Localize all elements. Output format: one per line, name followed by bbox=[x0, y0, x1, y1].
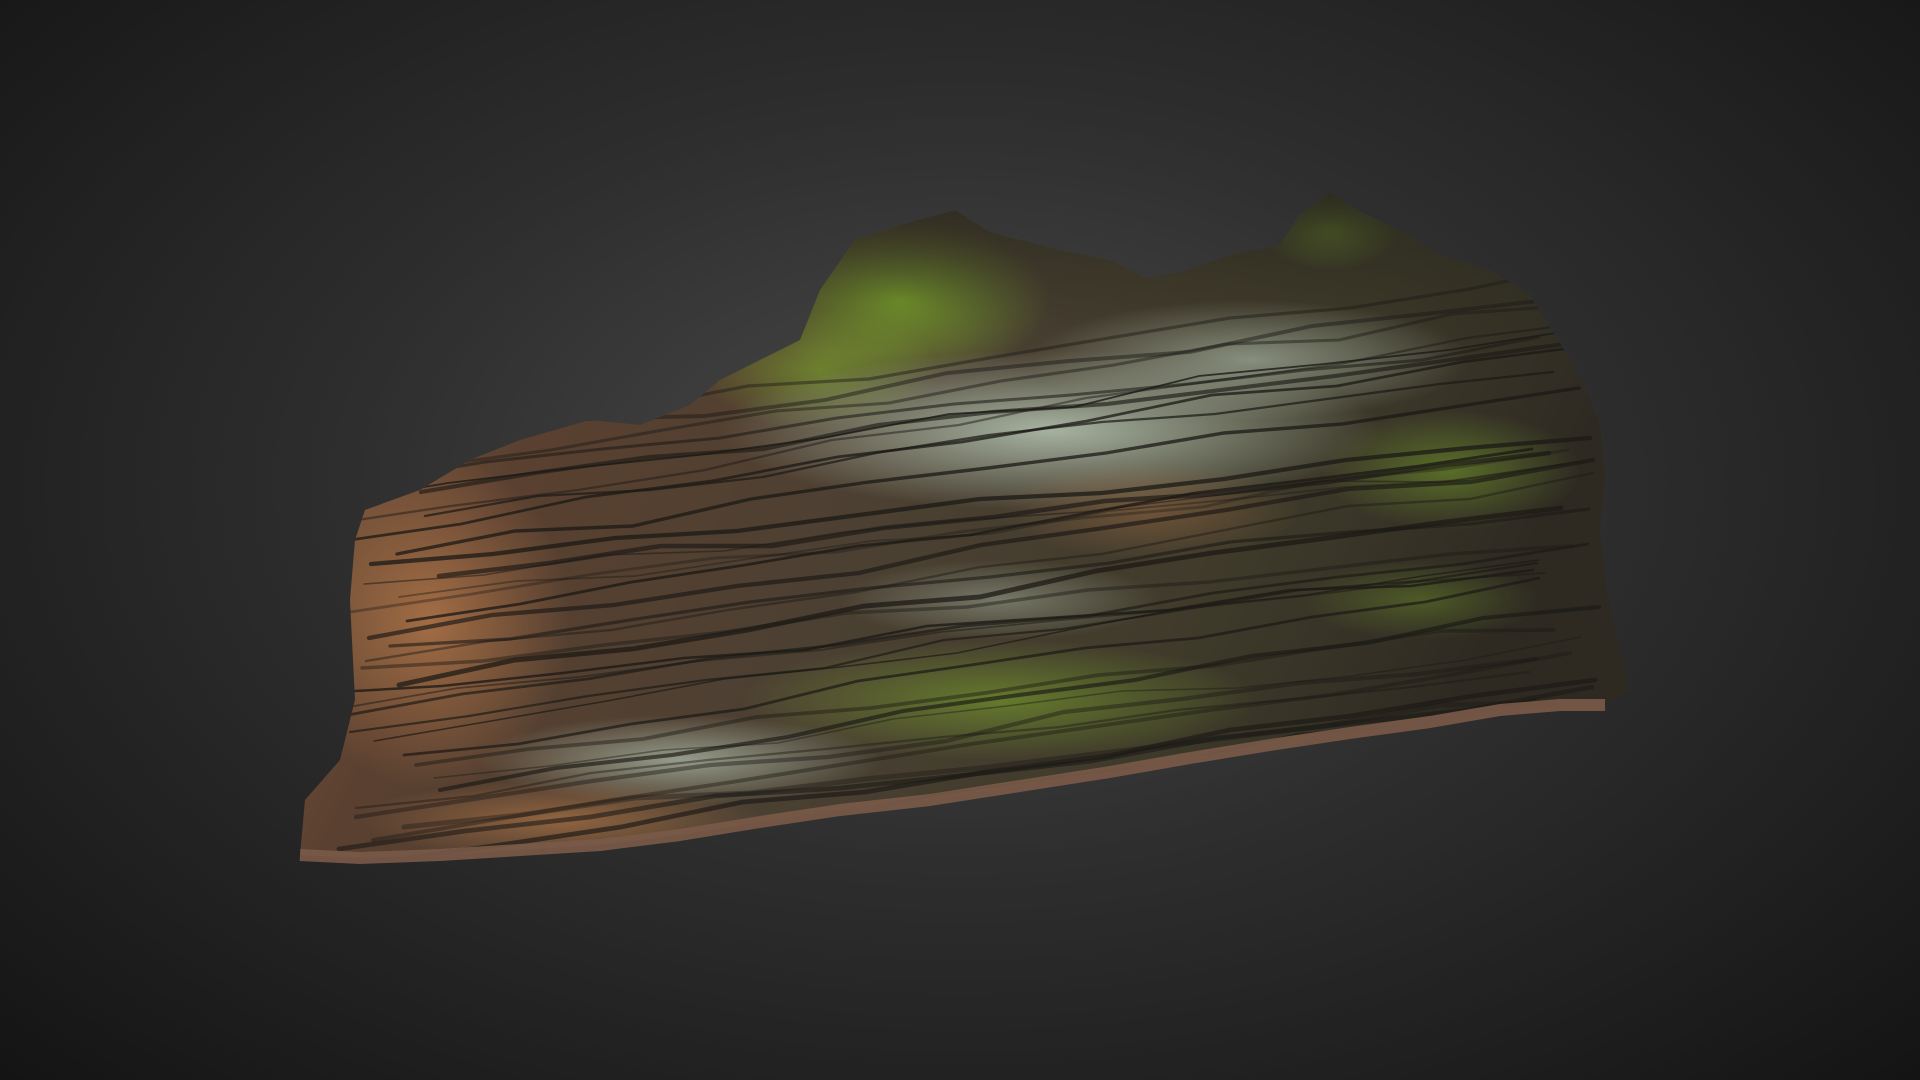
rock-stratum-line bbox=[431, 848, 1598, 858]
rock-mesh bbox=[299, 192, 1630, 864]
viewer-viewport[interactable] bbox=[0, 0, 1920, 1080]
rock-model[interactable] bbox=[0, 0, 1920, 1080]
